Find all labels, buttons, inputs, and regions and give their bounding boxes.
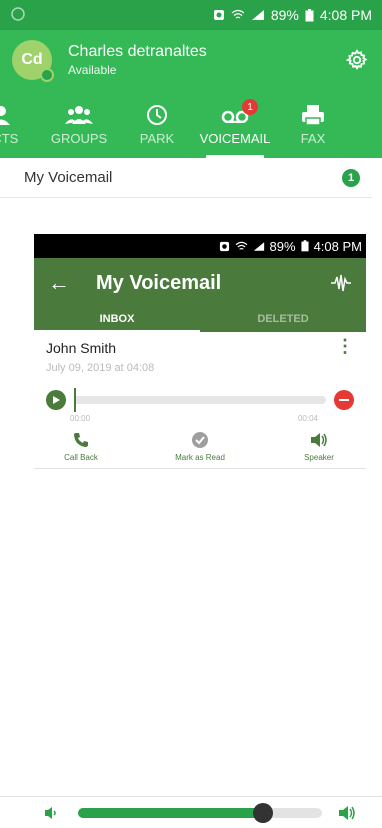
call-back-button[interactable]: Call Back xyxy=(46,431,116,462)
avatar[interactable]: Cd xyxy=(12,40,54,82)
status-bar: 89% 4:08 PM xyxy=(0,0,382,30)
inner-tabs: INBOX DELETED xyxy=(34,308,366,332)
presence-indicator xyxy=(40,68,54,82)
volume-fill xyxy=(78,807,264,818)
alarm-icon xyxy=(213,10,224,20)
voicemail-box-row[interactable]: My Voicemail 1 xyxy=(0,158,372,198)
inner-title: My Voicemail xyxy=(96,271,222,294)
mark-as-read-button[interactable]: Mark as Read xyxy=(165,431,235,462)
message-actions: Call Back Mark as Read Speaker xyxy=(46,423,354,468)
volume-slider[interactable] xyxy=(78,802,322,823)
avatar-initials: Cd xyxy=(21,51,43,68)
phone-icon xyxy=(74,433,88,447)
tab-label: GROUPS xyxy=(50,131,108,146)
speaker-button[interactable]: Speaker xyxy=(284,431,354,462)
waveform-icon[interactable] xyxy=(330,273,352,293)
play-button[interactable] xyxy=(46,390,66,410)
contacts-icon xyxy=(0,106,10,125)
play-icon xyxy=(53,396,60,404)
action-label: Speaker xyxy=(304,453,334,462)
tab-label: ACTS xyxy=(0,131,19,146)
check-circle-icon xyxy=(192,432,208,448)
fax-icon xyxy=(302,105,324,126)
voicemail-badge: 1 xyxy=(242,99,258,115)
tab-park[interactable]: PARK xyxy=(118,101,196,158)
back-arrow-icon[interactable]: ← xyxy=(48,270,70,296)
gear-icon xyxy=(346,49,368,71)
voicemail-preview-screenshot: 89% 4:08 PM ← My Voicemail INBOX DELETED… xyxy=(34,234,366,469)
app-header: Cd Charles detranaltes Available xyxy=(0,30,382,90)
user-name: Charles detranaltes xyxy=(68,43,207,60)
playback-times: 00:00 00:04 xyxy=(46,412,354,423)
voicemail-box-label: My Voicemail xyxy=(24,169,113,186)
tab-label: PARK xyxy=(139,131,175,146)
voicemail-count-badge: 1 xyxy=(342,168,360,187)
app-screen: 89% 4:08 PM Cd Charles detranaltes Avail… xyxy=(0,0,382,828)
settings-button[interactable] xyxy=(344,47,370,73)
time-end: 00:04 xyxy=(297,414,318,423)
wifi-icon xyxy=(231,9,245,19)
groups-icon xyxy=(65,106,93,124)
alarm-icon xyxy=(219,241,229,251)
time-start: 00:00 xyxy=(70,414,91,423)
tab-groups[interactable]: GROUPS xyxy=(40,101,118,158)
wifi-icon xyxy=(235,241,247,250)
delete-button[interactable] xyxy=(334,390,354,410)
battery-level: 89% xyxy=(269,238,296,254)
volume-control xyxy=(0,796,382,828)
signal-icon xyxy=(251,10,264,20)
tab-fax[interactable]: FAX xyxy=(274,101,352,158)
action-label: Mark as Read xyxy=(175,453,225,462)
tab-voicemail[interactable]: 1 VOICEMAIL xyxy=(196,99,274,158)
more-options-icon[interactable]: ⋮ xyxy=(336,337,354,355)
user-status[interactable]: Available xyxy=(68,63,344,77)
volume-high-icon xyxy=(339,805,355,820)
main-tabs: ACTS GROUPS PARK 1 VOICEMAIL FAX xyxy=(0,90,382,158)
park-icon xyxy=(147,105,167,125)
action-label: Call Back xyxy=(64,453,98,462)
volume-low-icon xyxy=(45,806,56,819)
clock: 4:08 PM xyxy=(319,7,372,23)
voicemail-message-card[interactable]: John Smith ⋮ July 09, 2019 at 04:08 00:0… xyxy=(34,332,366,469)
speaker-icon xyxy=(311,433,327,447)
volume-thumb[interactable] xyxy=(253,802,274,823)
tab-label: VOICEMAIL xyxy=(199,131,271,146)
audio-player xyxy=(46,388,354,412)
inner-status-bar: 89% 4:08 PM xyxy=(34,234,366,258)
clock: 4:08 PM xyxy=(313,238,362,254)
message-date: July 09, 2019 at 04:08 xyxy=(46,362,155,374)
signal-icon xyxy=(253,241,264,251)
battery-level: 89% xyxy=(270,7,299,23)
battery-icon xyxy=(301,240,309,252)
app-notification-icon xyxy=(11,7,25,21)
tab-contacts[interactable]: ACTS xyxy=(0,101,40,158)
tab-label: FAX xyxy=(300,131,326,146)
tab-inbox[interactable]: INBOX xyxy=(34,308,200,332)
playback-track[interactable] xyxy=(74,388,326,412)
playback-thumb[interactable] xyxy=(74,388,76,412)
inner-header: ← My Voicemail xyxy=(34,258,366,308)
battery-icon xyxy=(305,8,314,21)
tab-deleted[interactable]: DELETED xyxy=(200,308,366,332)
user-info: Charles detranaltes Available xyxy=(68,43,344,77)
caller-name: John Smith xyxy=(46,340,117,356)
